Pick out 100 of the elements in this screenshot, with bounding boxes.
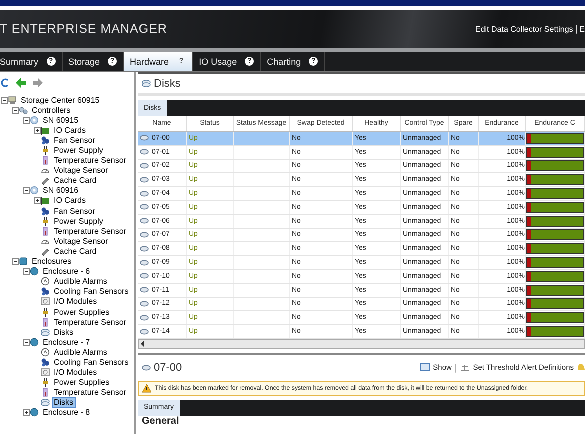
tree-item[interactable]: Storage Center 60915 (19, 94, 102, 106)
tree-item[interactable]: Temperature Sensor (52, 155, 128, 166)
monitor-icon (420, 363, 430, 372)
app-title: T ENTERPRISE MANAGER (0, 22, 168, 36)
refresh-icon (1, 78, 9, 88)
endurance-marker (527, 230, 531, 240)
plug-icon (41, 308, 50, 317)
thermometer-icon (41, 388, 50, 398)
gauge-icon (41, 166, 50, 176)
detail-title: 07-00 (154, 362, 182, 374)
collapse-icon[interactable] (22, 116, 30, 124)
endurance-marker (527, 134, 531, 143)
plug-icon (41, 146, 50, 156)
header-link[interactable]: E (580, 24, 585, 34)
tree-item[interactable]: Audible Alarms (52, 276, 110, 288)
tree-item[interactable]: Power Supply (52, 145, 106, 156)
section-heading: General (141, 416, 180, 429)
card-icon (41, 126, 50, 135)
endurance-marker (527, 258, 531, 268)
server-icon (8, 96, 17, 105)
back-arrow-icon (16, 78, 26, 88)
collapse-icon[interactable] (22, 187, 30, 194)
tree-item[interactable]: Enclosures (30, 256, 74, 268)
tree-item[interactable]: Temperature Sensor (52, 387, 128, 398)
horizontal-scrollbar[interactable] (138, 338, 585, 349)
tree-item[interactable]: IO Cards (52, 124, 88, 136)
forward-arrow-icon (33, 78, 43, 88)
tree-item[interactable]: Cache Card (52, 246, 99, 257)
tree-item[interactable]: IO Cards (52, 195, 88, 206)
enclosure-icon (30, 408, 39, 418)
module-icon (41, 297, 50, 306)
memory-card-icon (41, 176, 50, 186)
thermometer-icon (41, 156, 50, 166)
tree-item[interactable]: I/O Modules (52, 367, 100, 378)
endurance-marker (527, 299, 531, 308)
tree-item[interactable]: Disks (52, 397, 76, 408)
fan-icon (41, 136, 50, 145)
bell-icon (577, 363, 585, 372)
tree-item[interactable]: Power Supplies (52, 377, 112, 388)
disks-icon (142, 79, 151, 88)
tree-item[interactable]: Cache Card (52, 175, 99, 186)
tree-item[interactable]: Voltage Sensor (52, 165, 110, 176)
fan-icon (41, 287, 50, 296)
tree-item[interactable]: Power Supply (52, 216, 106, 227)
tree-item[interactable]: Voltage Sensor (52, 236, 110, 247)
tree-item[interactable]: I/O Modules (52, 296, 100, 308)
gears-icon (19, 106, 28, 115)
disk-icon (142, 364, 151, 371)
thermometer-icon (41, 318, 50, 327)
thermometer-icon (41, 226, 50, 236)
tree-item[interactable]: Temperature Sensor (52, 316, 128, 328)
alarm-icon (41, 348, 50, 357)
tree-item[interactable]: Fan Sensor (52, 134, 98, 146)
collapse-icon[interactable] (22, 338, 30, 346)
endurance-marker (527, 175, 531, 184)
module-icon (41, 368, 50, 378)
endurance-marker (527, 313, 531, 322)
collapse-icon[interactable] (0, 96, 8, 104)
tree-item[interactable]: Enclosure - 7 (41, 336, 92, 348)
scale-icon (460, 363, 470, 372)
panel-title: Disks (154, 78, 181, 90)
tree-item[interactable]: Fan Sensor (52, 206, 98, 217)
tree-item[interactable]: Cooling Fan Sensors (52, 356, 131, 368)
expand-icon[interactable] (34, 197, 40, 204)
plug-icon (41, 216, 50, 226)
scroll-left-icon (139, 340, 147, 348)
tree-item[interactable]: Temperature Sensor (52, 226, 128, 237)
collapse-icon[interactable] (12, 106, 18, 114)
disks-icon (41, 328, 50, 337)
disks-icon (41, 398, 50, 408)
tree-item[interactable]: Enclosure - 8 (41, 407, 92, 418)
tree-item[interactable]: SN 60916 (41, 185, 81, 196)
collapse-icon[interactable] (22, 268, 30, 276)
endurance-marker (527, 216, 531, 226)
memory-card-icon (41, 246, 50, 256)
endurance-marker (527, 189, 531, 198)
enclosure-icon (30, 338, 39, 347)
endurance-marker (527, 161, 531, 170)
tree-item[interactable]: Audible Alarms (52, 346, 110, 358)
link-separator: | (454, 362, 458, 373)
alarm-icon (41, 277, 50, 286)
settings-link[interactable]: Edit Data Collector Settings (475, 24, 574, 34)
tree-item[interactable]: Disks (52, 326, 76, 338)
warning-icon (142, 384, 152, 393)
link-separator: | (575, 24, 578, 34)
card-icon (41, 196, 50, 206)
endurance-marker (527, 272, 531, 281)
tree-item[interactable]: SN 60915 (41, 114, 81, 126)
tree-item[interactable]: Cooling Fan Sensors (52, 286, 131, 298)
endurance-marker (527, 286, 531, 295)
tree-item[interactable]: Controllers (30, 104, 73, 116)
collapse-icon[interactable] (12, 258, 18, 266)
tree-item[interactable]: Enclosure - 6 (41, 266, 92, 278)
endurance-marker (527, 244, 531, 254)
expand-icon[interactable] (22, 409, 30, 416)
tree-item[interactable]: Power Supplies (52, 306, 112, 318)
expand-icon[interactable] (34, 126, 40, 134)
gear-icon (30, 186, 39, 196)
endurance-marker (527, 148, 531, 157)
plug-icon (41, 378, 50, 388)
